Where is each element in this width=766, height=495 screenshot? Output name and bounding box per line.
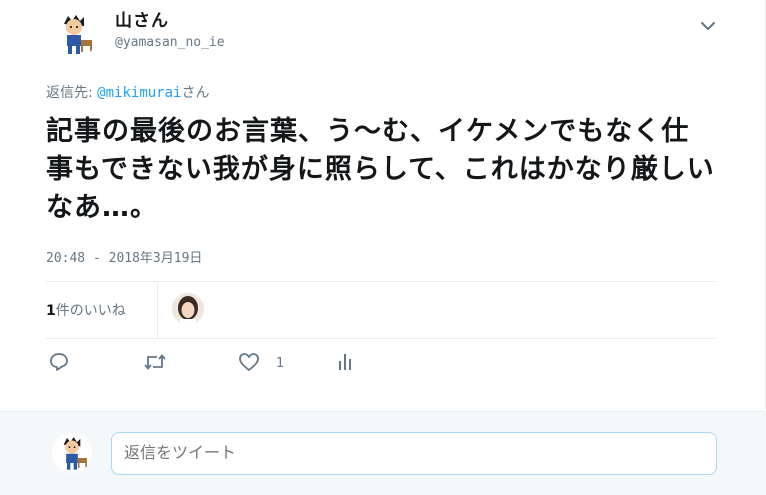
reply-input[interactable] xyxy=(111,432,717,475)
user-avatar-illustration xyxy=(50,10,98,58)
reply-to-suffix: さん xyxy=(181,85,210,101)
reply-to-line: 返信先: @mikimuraiさん xyxy=(46,82,209,102)
likes-label: 件のいいね xyxy=(55,303,126,319)
actions-top-divider xyxy=(46,338,716,339)
likes-number: 1 xyxy=(46,303,56,319)
analytics-button[interactable] xyxy=(336,350,356,374)
tweet-timestamp[interactable]: 20:48 - 2018年3月19日 xyxy=(46,247,202,266)
stats-top-divider xyxy=(46,281,716,282)
retweet-icon xyxy=(144,354,166,370)
user-display-name[interactable]: 山さん xyxy=(115,6,169,31)
reply-to-handle-link[interactable]: @mikimurai xyxy=(97,85,181,101)
reply-user-avatar-illustration xyxy=(52,433,92,473)
analytics-icon xyxy=(339,354,351,370)
tweet-card: 山さん @yamasan_no_ie 返信先: @mikimuraiさん 記事の… xyxy=(0,0,766,410)
user-avatar[interactable] xyxy=(50,10,98,58)
reply-button[interactable] xyxy=(48,350,70,374)
reply-user-avatar xyxy=(52,433,92,473)
heart-icon xyxy=(239,353,259,371)
liker-avatar[interactable] xyxy=(172,293,204,325)
likes-count[interactable]: 1件のいいね xyxy=(46,300,126,320)
reply-icon xyxy=(50,353,68,371)
liker-avatar-illustration xyxy=(172,293,204,325)
like-count: 1 xyxy=(276,356,285,371)
like-button[interactable] xyxy=(238,350,260,374)
user-screen-name[interactable]: @yamasan_no_ie xyxy=(115,35,225,50)
chevron-down-icon[interactable] xyxy=(698,16,718,36)
tweet-text: 記事の最後のお言葉、う～む、イケメンでもなく仕事もできない我が身に照らして、これ… xyxy=(46,116,715,223)
stats-vertical-divider xyxy=(157,282,158,338)
retweet-button[interactable] xyxy=(143,350,167,374)
reply-to-prefix: 返信先: xyxy=(46,85,98,101)
